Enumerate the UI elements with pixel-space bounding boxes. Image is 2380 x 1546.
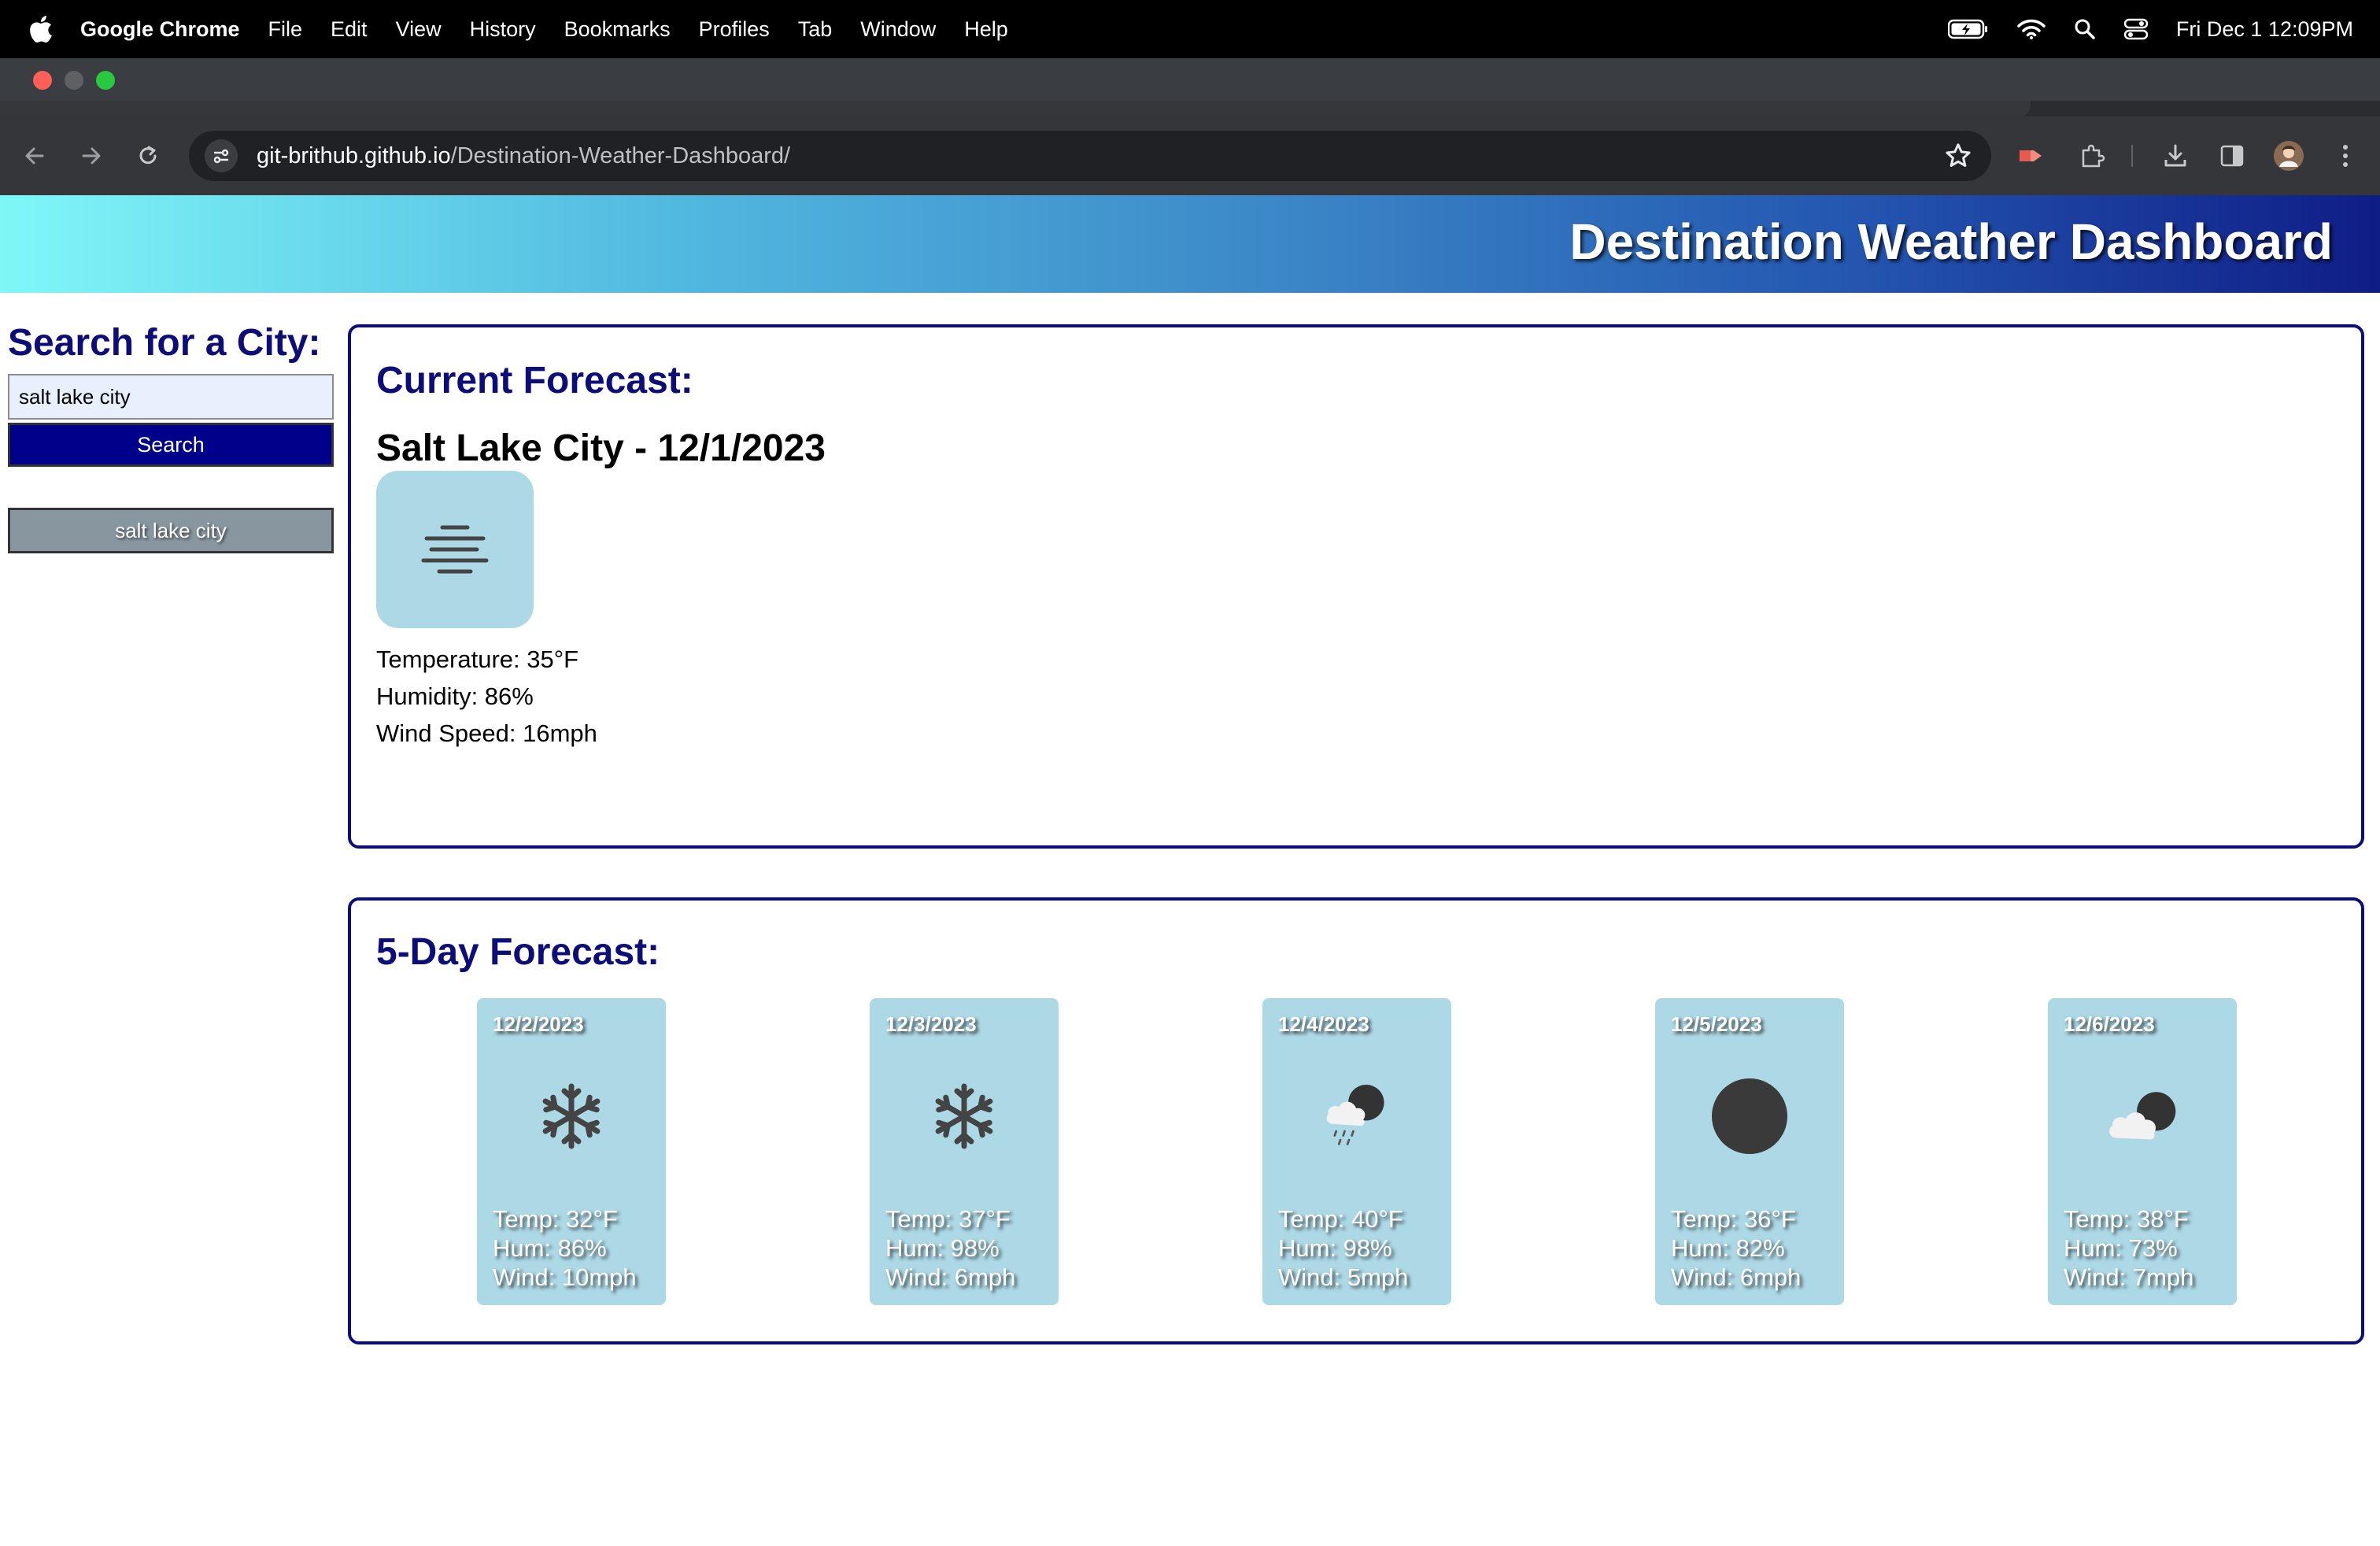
toolbar-divider [2131,145,2133,167]
forecast-day-card: 12/5/2023 Temp: 36°F Hum: 82% Wind: 6mph [1655,998,1844,1305]
menu-history[interactable]: History [470,17,536,42]
forecast-date: 12/4/2023 [1278,1012,1369,1036]
web-page: Destination Weather Dashboard Search for… [0,195,2380,1546]
forecast-date: 12/2/2023 [493,1012,584,1036]
forward-icon[interactable] [76,140,107,172]
address-bar[interactable]: git-brithub.github.io/Destination-Weathe… [189,131,1991,181]
control-center-icon[interactable] [2123,18,2148,40]
url-text[interactable]: git-brithub.github.io/Destination-Weathe… [257,143,790,169]
forecast-wind: Wind: 6mph [1671,1263,1802,1291]
current-humidity: Humidity: 86% [376,682,534,710]
minimize-window-button[interactable] [65,71,83,90]
menu-profiles[interactable]: Profiles [699,17,770,42]
forecast-wind: Wind: 7mph [2064,1263,2194,1291]
site-info-icon[interactable] [205,139,238,172]
forecast-humidity: Hum: 82% [1671,1234,1785,1262]
snow-cloud-night-icon [1318,1077,1396,1156]
url-host: git-brithub.github.io [257,142,451,168]
forecast-day-card: 12/2/2023 Temp: 32°F Hum: 86% Wind: 10mp… [477,998,666,1305]
five-day-forecast-panel: 5-Day Forecast: 12/2/2023 Temp: 32°F Hum… [348,897,2364,1344]
city-search-input[interactable] [8,374,334,420]
spotlight-search-icon[interactable] [2074,18,2096,40]
menu-view[interactable]: View [396,17,442,42]
zoom-window-button[interactable] [96,71,115,90]
menu-app-name[interactable]: Google Chrome [80,17,240,42]
menu-bookmarks[interactable]: Bookmarks [564,17,671,42]
menu-window[interactable]: Window [860,17,936,42]
forecast-humidity: Hum: 98% [885,1234,1000,1262]
screen-recorder-extension-icon[interactable] [2016,140,2048,172]
forecast-wind: Wind: 6mph [885,1263,1016,1291]
forecast-date: 12/3/2023 [885,1012,977,1036]
forecast-wind: Wind: 10mph [493,1263,637,1291]
window-title-bar [0,58,2380,101]
chrome-menu-icon[interactable] [2330,140,2361,172]
five-day-forecast-heading: 5-Day Forecast: [376,931,660,973]
forecast-humidity: Hum: 98% [1278,1234,1392,1262]
browser-toolbar: git-brithub.github.io/Destination-Weathe… [0,117,2380,195]
search-history-button[interactable]: salt lake city [8,508,334,553]
snow-icon [532,1077,611,1156]
extensions-puzzle-icon[interactable] [2076,140,2108,172]
forecast-day-card: 12/6/2023 Temp: 38°F Hum: 73% Wind: 7mph [2048,998,2237,1305]
downloads-icon[interactable] [2160,140,2191,172]
wifi-icon[interactable] [2017,18,2046,40]
forecast-humidity: Hum: 86% [493,1234,607,1262]
reload-icon[interactable] [132,140,164,172]
menu-clock[interactable]: Fri Dec 1 12:09PM [2176,17,2353,42]
forecast-temp: Temp: 36°F [1671,1205,1796,1233]
forecast-temp: Temp: 38°F [2064,1205,2189,1233]
macos-menu-bar: Google Chrome File Edit View History Boo… [0,0,2380,58]
mist-icon [376,471,534,628]
forecast-day-card: 12/3/2023 Temp: 37°F Hum: 98% Wind: 6mph [870,998,1059,1305]
forecast-date: 12/6/2023 [2064,1012,2155,1036]
current-wind-speed: Wind Speed: 16mph [376,719,597,747]
page-title: Destination Weather Dashboard [1569,213,2333,270]
forecast-wind: Wind: 5mph [1278,1263,1409,1291]
search-button[interactable]: Search [8,423,334,467]
profile-avatar[interactable] [2273,140,2304,172]
forecast-date: 12/5/2023 [1671,1012,1762,1036]
search-sidebar: Search for a City: Search salt lake city [8,321,334,553]
url-path: /Destination-Weather-Dashboard/ [450,142,791,168]
apple-logo-icon[interactable] [27,14,54,44]
forecast-temp: Temp: 32°F [493,1205,618,1233]
menu-tab[interactable]: Tab [798,17,833,42]
header-banner: Destination Weather Dashboard [0,195,2380,293]
tab-strip [0,101,2380,117]
menu-edit[interactable]: Edit [331,17,368,42]
back-icon[interactable] [19,140,50,172]
forecast-temp: Temp: 40°F [1278,1205,1403,1233]
menu-help[interactable]: Help [964,17,1008,42]
clear-night-icon [1710,1077,1789,1156]
few-clouds-night-icon [2103,1077,2182,1156]
forecast-day-card: 12/4/2023 Temp: 40°F Hum: 98% Wind: 5mph [1262,998,1451,1305]
current-temperature: Temperature: 35°F [376,645,579,673]
forecast-temp: Temp: 37°F [885,1205,1011,1233]
battery-icon[interactable] [1947,19,1989,39]
menu-file[interactable]: File [268,17,303,42]
current-forecast-panel: Current Forecast: Salt Lake City - 12/1/… [348,324,2364,849]
snow-icon [925,1077,1003,1156]
forecast-humidity: Hum: 73% [2064,1234,2178,1262]
close-window-button[interactable] [33,71,52,90]
current-city-date: Salt Lake City - 12/1/2023 [376,427,826,469]
side-panel-icon[interactable] [2216,140,2248,172]
current-forecast-heading: Current Forecast: [376,360,693,401]
search-heading: Search for a City: [8,322,321,364]
bookmark-star-icon[interactable] [1944,142,1972,170]
